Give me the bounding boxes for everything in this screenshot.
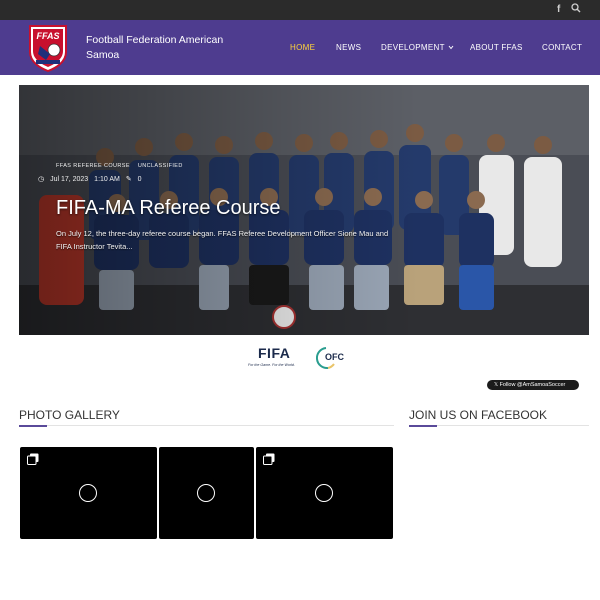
nav-about[interactable]: ABOUT FFAS <box>470 42 523 54</box>
gallery-tile[interactable] <box>256 447 393 539</box>
multiple-images-icon <box>27 453 39 465</box>
facebook-section-title: JOIN US ON FACEBOOK <box>409 408 548 422</box>
twitter-icon: 𝕏 <box>494 382 499 388</box>
multiple-images-icon <box>263 453 275 465</box>
category-tag[interactable]: UNCLASSIFIED <box>138 163 183 169</box>
site-title[interactable]: Football Federation American Samoa <box>86 33 236 63</box>
twitter-follow-button[interactable]: 𝕏 Follow @AmSamoaSoccer <box>487 380 579 390</box>
facebook-icon[interactable]: f <box>557 3 560 17</box>
hero-excerpt: On July 12, the three-day referee course… <box>56 229 389 251</box>
loading-spinner-icon <box>315 484 333 502</box>
photo-gallery-title: PHOTO GALLERY <box>19 408 120 422</box>
nav-home[interactable]: HOME <box>290 42 315 54</box>
ofc-logo[interactable]: OFC <box>316 344 354 372</box>
fifa-tagline: For the Game. For the World. <box>248 363 295 367</box>
nav-news[interactable]: NEWS <box>336 42 361 54</box>
fifa-logo[interactable]: FIFA For the Game. For the World. <box>246 345 306 371</box>
loading-spinner-icon <box>197 484 215 502</box>
twitter-follow-label: Follow @AmSamoaSoccer <box>499 382 566 388</box>
hero-slide[interactable]: FFAS REFEREE COURSE UNCLASSIFIED ◷ Jul 1… <box>19 85 589 335</box>
clock-icon: ◷ <box>38 176 45 183</box>
gallery-divider <box>19 425 394 426</box>
gallery-accent <box>19 425 47 427</box>
chevron-down-icon <box>448 45 454 50</box>
category-tag[interactable]: FFAS REFEREE COURSE <box>56 163 130 169</box>
hero-meta: ◷ Jul 17, 2023 1:10 AM ✎ 0 <box>38 175 146 183</box>
svg-text:FFAS: FFAS <box>36 31 59 41</box>
gallery-tile[interactable] <box>20 447 157 539</box>
nav-development[interactable]: DEVELOPMENT <box>381 42 454 54</box>
nav-development-label: DEVELOPMENT <box>381 43 445 52</box>
fifa-wordmark: FIFA <box>258 345 291 361</box>
post-time: 1:10 AM <box>94 176 120 183</box>
search-icon[interactable] <box>571 3 581 18</box>
hero-title[interactable]: FIFA-MA Referee Course <box>56 195 281 221</box>
hero-categories: FFAS REFEREE COURSE UNCLASSIFIED <box>56 163 189 169</box>
gallery-tile[interactable] <box>159 447 254 539</box>
facebook-accent <box>409 425 437 427</box>
ffas-logo[interactable]: FFAS <box>26 24 70 73</box>
loading-spinner-icon <box>79 484 97 502</box>
comment-icon: ✎ <box>125 176 132 183</box>
comment-count[interactable]: 0 <box>138 176 142 183</box>
top-bar: f <box>0 0 600 20</box>
nav-contact[interactable]: CONTACT <box>542 42 582 54</box>
post-date: Jul 17, 2023 <box>50 176 89 183</box>
ofc-wordmark: OFC <box>325 352 344 362</box>
